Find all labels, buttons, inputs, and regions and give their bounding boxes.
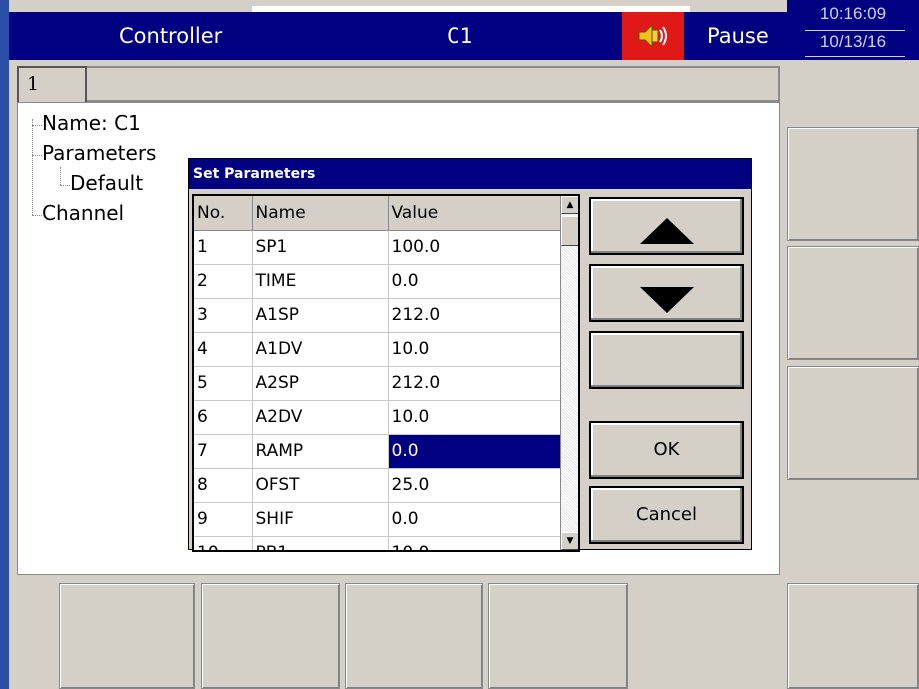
tree-item-parameters[interactable]: Parameters <box>42 141 156 165</box>
row-no: 7 <box>194 434 253 469</box>
table-row[interactable]: 9 SHIF 0.0 <box>194 502 561 537</box>
bottom-button-2[interactable] <box>201 583 340 689</box>
row-value[interactable]: 25.0 <box>388 468 561 503</box>
tree-connector <box>32 215 42 216</box>
controller-id: C1 <box>447 24 473 48</box>
bottom-button-4[interactable] <box>488 583 628 689</box>
row-name: SHIF <box>252 502 389 537</box>
tree-connector <box>32 155 42 156</box>
row-value[interactable]: 10.0 <box>388 332 561 367</box>
row-value[interactable]: 10.0 <box>388 536 561 550</box>
tree-connector <box>60 185 70 186</box>
pause-button[interactable]: Pause <box>707 12 769 60</box>
row-no: 5 <box>194 366 253 401</box>
row-name: PB1 <box>252 536 389 550</box>
row-no: 4 <box>194 332 253 367</box>
table-row-selected[interactable]: 7 RAMP 0.0 <box>194 434 561 469</box>
clock-time: 10:16:09 <box>819 4 887 23</box>
row-value[interactable]: 10.0 <box>388 400 561 435</box>
row-name: A1SP <box>252 298 389 333</box>
table-row[interactable]: 10PB110.0 <box>194 536 561 550</box>
row-no: 3 <box>194 298 253 333</box>
parameter-table: No. Name Value 1 SP1 100.0 2 TIME 0.0 3 A1SP 2… <box>192 194 580 552</box>
table-row[interactable]: 8 OFST 25.0 <box>194 468 561 503</box>
row-name: SP1 <box>252 230 389 265</box>
clock-date: 10/13/16 <box>819 32 887 51</box>
arrow-up-icon <box>639 218 694 244</box>
column-header-name[interactable]: Name <box>252 196 389 231</box>
ok-button[interactable]: OK <box>589 421 744 479</box>
row-no: 1 <box>194 230 253 265</box>
clock-divider <box>805 30 905 31</box>
row-name: OFST <box>252 468 389 503</box>
page-down-button[interactable] <box>589 264 744 322</box>
row-name: A2SP <box>252 366 389 401</box>
row-value-selected[interactable]: 0.0 <box>388 434 561 469</box>
scroll-down-icon: ▼ <box>566 536 574 546</box>
table-row[interactable]: 5 A2SP 212.0 <box>194 366 561 401</box>
row-value[interactable]: 212.0 <box>388 366 561 401</box>
row-name: RAMP <box>252 434 389 469</box>
row-no: 6 <box>194 400 253 435</box>
table-row[interactable]: 6 A2DV 10.0 <box>194 400 561 435</box>
scroll-up-button[interactable]: ▲ <box>561 196 578 214</box>
scroll-up-icon: ▲ <box>566 200 574 210</box>
table-scrollbar[interactable]: ▲ ▼ <box>560 196 578 550</box>
cancel-button[interactable]: Cancel <box>589 486 744 544</box>
row-no: 2 <box>194 264 253 299</box>
side-button-1[interactable] <box>787 127 919 241</box>
row-value[interactable]: 0.0 <box>388 502 561 537</box>
scroll-down-button[interactable]: ▼ <box>561 532 578 550</box>
tree-connector <box>32 125 42 126</box>
table-row[interactable]: 4 A1DV 10.0 <box>194 332 561 367</box>
row-name: TIME <box>252 264 389 299</box>
tab-1[interactable]: 1 <box>17 66 87 102</box>
table-row[interactable]: 3 A1SP 212.0 <box>194 298 561 333</box>
tree-item-default[interactable]: Default <box>70 171 143 195</box>
dialog-title: Set Parameters <box>189 159 751 189</box>
parameter-grid: No. Name Value 1 SP1 100.0 2 TIME 0.0 3 A1SP 2… <box>194 196 561 550</box>
blank-dialog-button[interactable] <box>589 331 744 389</box>
column-header-no[interactable]: No. <box>194 196 253 231</box>
clock-underline <box>805 56 905 57</box>
table-row[interactable]: 1 SP1 100.0 <box>194 230 561 265</box>
table-header-row: No. Name Value <box>194 196 561 231</box>
tree-connector <box>32 119 33 215</box>
side-button-2[interactable] <box>787 246 919 360</box>
row-value[interactable]: 0.0 <box>388 264 561 299</box>
bottom-button-5[interactable] <box>787 583 919 689</box>
side-button-3[interactable] <box>787 366 919 480</box>
window-left-edge <box>0 0 9 689</box>
row-no: 9 <box>194 502 253 537</box>
tree-item-channel[interactable]: Channel <box>42 201 124 225</box>
tab-strip <box>17 66 780 102</box>
set-parameters-dialog: Set Parameters No. Name Value 1 SP1 100.0 … <box>188 158 752 552</box>
table-row[interactable]: 2 TIME 0.0 <box>194 264 561 299</box>
row-name: A2DV <box>252 400 389 435</box>
row-no: 10 <box>194 536 253 550</box>
page-up-button[interactable] <box>589 197 744 255</box>
tree-connector <box>60 167 61 185</box>
bottom-button-3[interactable] <box>345 583 483 689</box>
row-no: 8 <box>194 468 253 503</box>
bottom-button-1[interactable] <box>59 583 195 689</box>
row-name: A1DV <box>252 332 389 367</box>
speaker-icon <box>638 23 667 49</box>
clock: 10:16:09 10/13/16 <box>787 0 919 60</box>
tree-item-name[interactable]: Name: C1 <box>42 111 141 135</box>
speaker-button[interactable] <box>622 12 684 60</box>
screen-title: Controller <box>119 24 223 48</box>
row-value[interactable]: 100.0 <box>388 230 561 265</box>
arrow-down-icon <box>639 287 694 313</box>
row-value[interactable]: 212.0 <box>388 298 561 333</box>
column-header-value[interactable]: Value <box>388 196 561 231</box>
scroll-thumb[interactable] <box>561 216 578 246</box>
